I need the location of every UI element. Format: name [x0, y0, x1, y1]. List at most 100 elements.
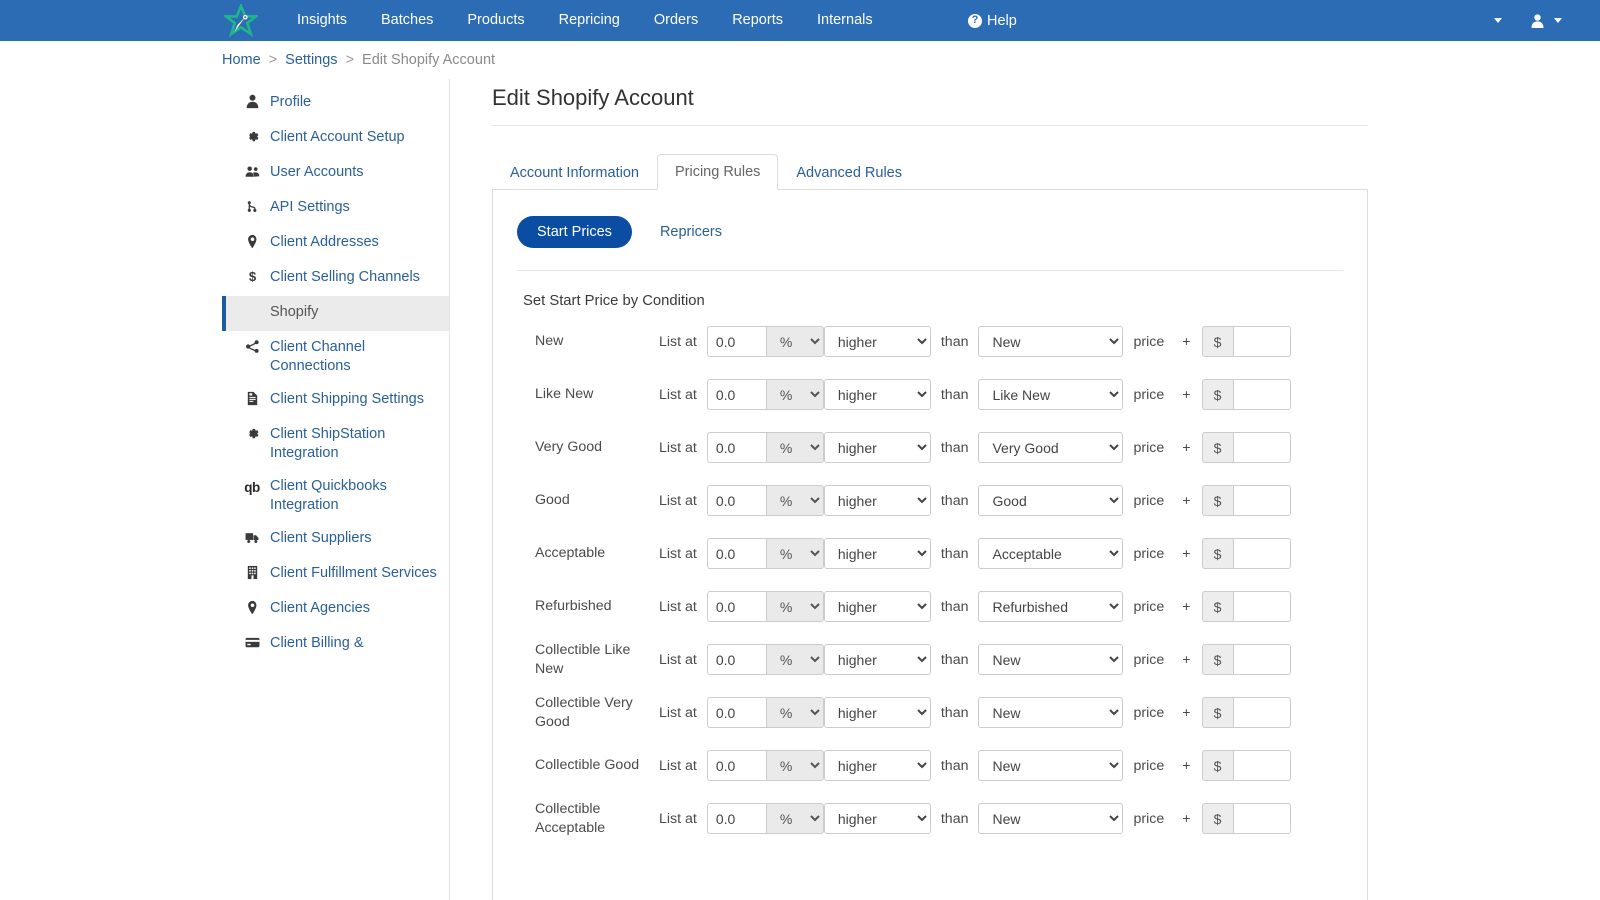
- rule-amount-input[interactable]: [707, 750, 766, 781]
- sidebar-item-client-quickbooks-integration[interactable]: qbClient Quickbooks Integration: [222, 470, 449, 522]
- pill-start-prices[interactable]: Start Prices: [517, 216, 632, 248]
- dollar-icon: $: [242, 269, 262, 284]
- rule-unit-select[interactable]: %: [766, 379, 824, 410]
- sidebar-item-client-suppliers[interactable]: Client Suppliers: [222, 522, 449, 557]
- rule-condition-label: New: [517, 332, 645, 351]
- rule-direction-select[interactable]: higher: [824, 485, 931, 516]
- rule-compare-to-select[interactable]: New: [978, 644, 1123, 675]
- sidebar-item-profile[interactable]: Profile: [222, 86, 449, 121]
- rule-compare-to-select[interactable]: New: [978, 803, 1123, 834]
- rule-dollar-input[interactable]: [1233, 644, 1291, 675]
- rule-compare-to-select[interactable]: New: [978, 750, 1123, 781]
- dollar-sign-icon: $: [1202, 644, 1233, 675]
- rule-direction-select[interactable]: higher: [824, 591, 931, 622]
- sidebar-item-shopify[interactable]: Shopify: [222, 296, 449, 331]
- sidebar-item-client-shipping-settings[interactable]: Client Shipping Settings: [222, 383, 449, 418]
- rule-amount-input[interactable]: [707, 591, 766, 622]
- rule-compare-to-select[interactable]: New: [978, 326, 1123, 357]
- rule-unit-select[interactable]: %: [766, 803, 824, 834]
- rule-direction-select[interactable]: higher: [824, 803, 931, 834]
- rule-direction-select[interactable]: higher: [824, 326, 931, 357]
- star-comet-logo[interactable]: [222, 2, 260, 40]
- tab-advanced-rules[interactable]: Advanced Rules: [778, 155, 920, 190]
- rule-unit-select[interactable]: %: [766, 326, 824, 357]
- help-button[interactable]: ? Help: [968, 0, 1017, 41]
- percent-input-group: %: [707, 697, 824, 728]
- rule-unit-select[interactable]: %: [766, 485, 824, 516]
- rule-dollar-input[interactable]: [1233, 326, 1291, 357]
- rule-amount-input[interactable]: [707, 803, 766, 834]
- nav-link-products[interactable]: Products: [450, 0, 541, 41]
- user-menu[interactable]: [1530, 13, 1562, 29]
- rule-dollar-input[interactable]: [1233, 750, 1291, 781]
- sidebar-item-user-accounts[interactable]: User Accounts: [222, 156, 449, 191]
- rule-dollar-input[interactable]: [1233, 591, 1291, 622]
- sidebar-item-client-agencies[interactable]: Client Agencies: [222, 592, 449, 627]
- rule-compare-to-select[interactable]: Very Good: [978, 432, 1123, 463]
- rule-unit-select[interactable]: %: [766, 644, 824, 675]
- rule-direction-select[interactable]: higher: [824, 750, 931, 781]
- rule-direction-select[interactable]: higher: [824, 538, 931, 569]
- rule-amount-input[interactable]: [707, 697, 766, 728]
- tab-pricing-rules[interactable]: Pricing Rules: [657, 154, 778, 190]
- sidebar-item-client-fulfillment-services[interactable]: Client Fulfillment Services: [222, 557, 449, 592]
- breadcrumb-settings[interactable]: Settings: [285, 52, 337, 68]
- rule-compare-to-select[interactable]: New: [978, 697, 1123, 728]
- nav-link-repricing[interactable]: Repricing: [542, 0, 637, 41]
- rule-direction-select[interactable]: higher: [824, 697, 931, 728]
- than-label: than: [941, 705, 969, 721]
- sidebar-item-client-channel-connections[interactable]: Client Channel Connections: [222, 331, 449, 383]
- rule-compare-to-select[interactable]: Good: [978, 485, 1123, 516]
- rule-compare-to-select[interactable]: Like New: [978, 379, 1123, 410]
- rule-direction-select[interactable]: higher: [824, 379, 931, 410]
- breadcrumb-home[interactable]: Home: [222, 52, 261, 68]
- rule-dollar-input[interactable]: [1233, 485, 1291, 516]
- sidebar-item-api-settings[interactable]: API Settings: [222, 191, 449, 226]
- rule-direction-select[interactable]: higher: [824, 432, 931, 463]
- nav-link-reports[interactable]: Reports: [715, 0, 800, 41]
- sidebar-item-client-billing[interactable]: Client Billing &: [222, 627, 449, 662]
- rule-dollar-input[interactable]: [1233, 538, 1291, 569]
- rule-row: GoodList at%higherthanGoodprice+$: [517, 474, 1343, 527]
- nav-link-batches[interactable]: Batches: [364, 0, 450, 41]
- rule-amount-input[interactable]: [707, 485, 766, 516]
- rule-amount-input[interactable]: [707, 326, 766, 357]
- rule-unit-select[interactable]: %: [766, 750, 824, 781]
- sidebar-item-client-selling-channels[interactable]: $Client Selling Channels: [222, 261, 449, 296]
- rule-dollar-input[interactable]: [1233, 379, 1291, 410]
- rule-amount-input[interactable]: [707, 432, 766, 463]
- pill-repricers[interactable]: Repricers: [640, 216, 742, 248]
- users-icon: [242, 164, 262, 179]
- chevron-down-icon[interactable]: [1494, 18, 1502, 23]
- breadcrumb-current: Edit Shopify Account: [362, 52, 495, 68]
- dollar-sign-icon: $: [1202, 803, 1233, 834]
- than-label: than: [941, 387, 969, 403]
- nav-link-orders[interactable]: Orders: [637, 0, 715, 41]
- sidebar-item-client-account-setup[interactable]: Client Account Setup: [222, 121, 449, 156]
- rule-amount-input[interactable]: [707, 644, 766, 675]
- breadcrumb-separator: >: [269, 52, 277, 68]
- pricing-rules-panel: Start Prices Repricers Set Start Price b…: [492, 190, 1368, 900]
- dollar-sign-icon: $: [1202, 538, 1233, 569]
- tab-account-information[interactable]: Account Information: [492, 155, 657, 190]
- price-label: price: [1133, 705, 1164, 721]
- rule-amount-input[interactable]: [707, 538, 766, 569]
- sidebar-item-client-addresses[interactable]: Client Addresses: [222, 226, 449, 261]
- sidebar-item-client-shipstation-integration[interactable]: Client ShipStation Integration: [222, 418, 449, 470]
- rule-dollar-input[interactable]: [1233, 803, 1291, 834]
- rule-unit-select[interactable]: %: [766, 591, 824, 622]
- nav-link-insights[interactable]: Insights: [280, 0, 364, 41]
- rule-dollar-input[interactable]: [1233, 697, 1291, 728]
- rule-unit-select[interactable]: %: [766, 697, 824, 728]
- rule-dollar-input[interactable]: [1233, 432, 1291, 463]
- nav-link-internals[interactable]: Internals: [800, 0, 890, 41]
- help-label: Help: [987, 13, 1017, 29]
- sidebar-item-label: Client Billing &: [270, 634, 364, 653]
- rule-amount-input[interactable]: [707, 379, 766, 410]
- rule-unit-select[interactable]: %: [766, 432, 824, 463]
- rule-unit-select[interactable]: %: [766, 538, 824, 569]
- rule-compare-to-select[interactable]: Refurbished: [978, 591, 1123, 622]
- rule-compare-to-select[interactable]: Acceptable: [978, 538, 1123, 569]
- sidebar-item-label: Client ShipStation Integration: [270, 425, 437, 463]
- rule-direction-select[interactable]: higher: [824, 644, 931, 675]
